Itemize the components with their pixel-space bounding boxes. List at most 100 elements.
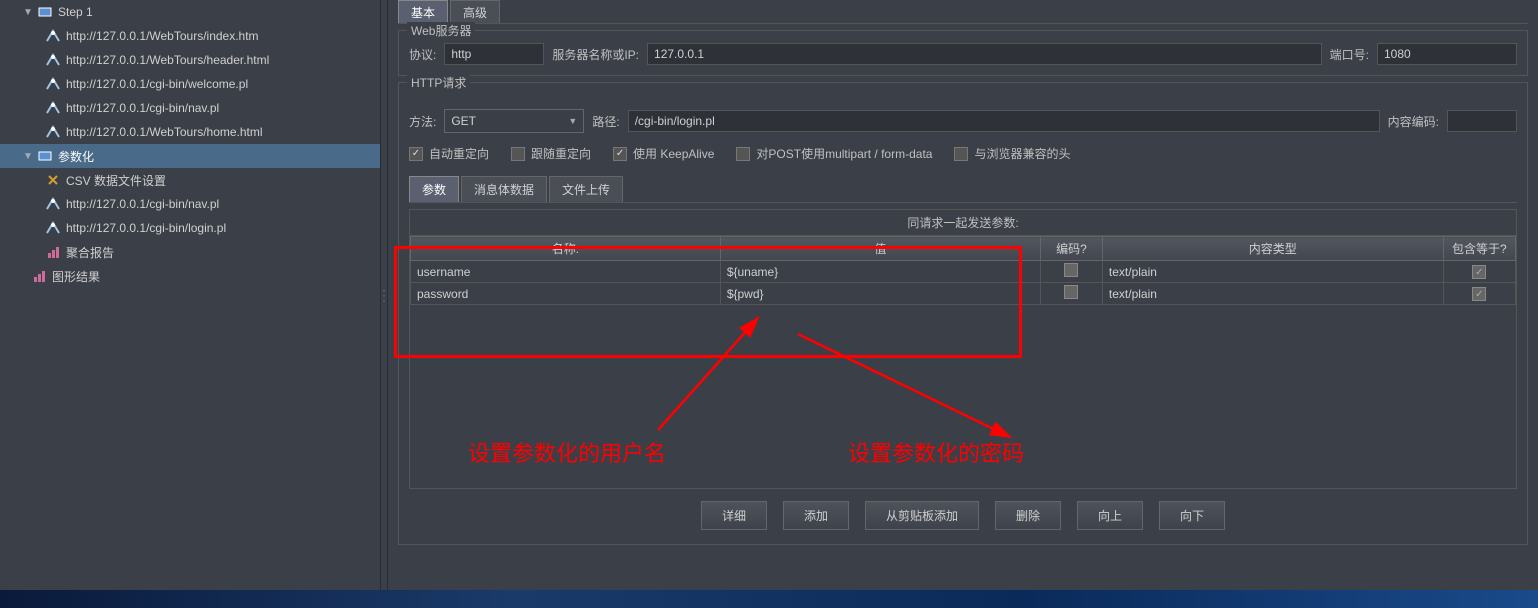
controller-icon: [36, 4, 54, 20]
tree-node-step1[interactable]: ▼ Step 1: [0, 0, 380, 24]
cell-name[interactable]: username: [411, 261, 721, 283]
table-row[interactable]: password ${pwd} text/plain: [411, 283, 1516, 305]
checkbox-label: 使用 KeepAlive: [633, 145, 714, 162]
tree-label: 聚合报告: [66, 244, 114, 261]
col-header-value[interactable]: 值: [720, 237, 1040, 261]
http-sampler-icon: [44, 28, 62, 44]
tree-label: http://127.0.0.1/WebTours/index.htm: [66, 29, 259, 43]
method-label: 方法:: [409, 113, 436, 130]
http-sampler-icon: [44, 196, 62, 212]
add-clipboard-button[interactable]: 从剪贴板添加: [865, 501, 979, 530]
checkbox-icon: [1064, 263, 1078, 277]
cell-type[interactable]: text/plain: [1102, 261, 1443, 283]
add-button[interactable]: 添加: [783, 501, 849, 530]
tree-node-csv[interactable]: CSV 数据文件设置: [0, 168, 380, 192]
tree-label: 图形结果: [52, 268, 100, 285]
checkbox-follow-redirect[interactable]: 跟随重定向: [511, 145, 591, 162]
chart-icon: [30, 268, 48, 284]
subtab-file[interactable]: 文件上传: [549, 176, 623, 202]
tree-node-parameterize[interactable]: ▼ 参数化: [0, 144, 380, 168]
cell-include[interactable]: [1443, 283, 1515, 305]
protocol-label: 协议:: [409, 46, 436, 63]
cell-value[interactable]: ${uname}: [720, 261, 1040, 283]
test-plan-tree: ▼ Step 1 http://127.0.0.1/WebTours/index…: [0, 0, 380, 590]
port-input[interactable]: [1377, 43, 1517, 65]
tree-node-http[interactable]: http://127.0.0.1/cgi-bin/welcome.pl: [0, 72, 380, 96]
path-label: 路径:: [592, 113, 619, 130]
tab-advanced[interactable]: 高级: [450, 0, 500, 23]
cell-encode[interactable]: [1040, 283, 1102, 305]
checkbox-multipart[interactable]: 对POST使用multipart / form-data: [736, 145, 932, 162]
server-input[interactable]: [647, 43, 1322, 65]
tree-label: http://127.0.0.1/cgi-bin/nav.pl: [66, 101, 219, 115]
cell-name[interactable]: password: [411, 283, 721, 305]
tree-label: http://127.0.0.1/cgi-bin/login.pl: [66, 221, 226, 235]
cell-value[interactable]: ${pwd}: [720, 283, 1040, 305]
checkbox-icon: [736, 147, 750, 161]
controller-icon: [36, 148, 54, 164]
col-header-encode[interactable]: 编码?: [1040, 237, 1102, 261]
http-sampler-icon: [44, 76, 62, 92]
http-sampler-icon: [44, 220, 62, 236]
taskbar-sliver: [0, 590, 1538, 608]
checkbox-icon: [409, 147, 423, 161]
encoding-label: 内容编码:: [1388, 113, 1439, 130]
tree-label: CSV 数据文件设置: [66, 172, 166, 189]
checkbox-icon: [1472, 265, 1486, 279]
tree-node-aggregate[interactable]: 聚合报告: [0, 240, 380, 264]
subtab-body[interactable]: 消息体数据: [461, 176, 547, 202]
expand-toggle-icon[interactable]: ▼: [22, 151, 34, 162]
main-panel: 基本 高级 Web服务器 协议: 服务器名称或IP: 端口号: HTTP请求 方…: [388, 0, 1538, 590]
checkbox-icon: [1472, 287, 1486, 301]
path-input[interactable]: [628, 110, 1380, 132]
server-label: 服务器名称或IP:: [552, 46, 639, 63]
col-header-include[interactable]: 包含等于?: [1443, 237, 1515, 261]
cell-encode[interactable]: [1040, 261, 1102, 283]
col-header-type[interactable]: 内容类型: [1102, 237, 1443, 261]
up-button[interactable]: 向上: [1077, 501, 1143, 530]
tree-label: Step 1: [58, 5, 93, 19]
tab-basic[interactable]: 基本: [398, 0, 448, 23]
checkbox-browser-headers[interactable]: 与浏览器兼容的头: [954, 145, 1070, 162]
checkbox-keepalive[interactable]: 使用 KeepAlive: [613, 145, 714, 162]
tree-label: 参数化: [58, 148, 94, 165]
csv-config-icon: [44, 172, 62, 188]
splitter-handle[interactable]: [380, 0, 388, 590]
http-sampler-icon: [44, 52, 62, 68]
tree-node-http[interactable]: http://127.0.0.1/WebTours/index.htm: [0, 24, 380, 48]
checkbox-label: 自动重定向: [429, 145, 489, 162]
detail-button[interactable]: 详细: [701, 501, 767, 530]
tree-node-http[interactable]: http://127.0.0.1/WebTours/header.html: [0, 48, 380, 72]
tree-node-graph[interactable]: 图形结果: [0, 264, 380, 288]
cell-type[interactable]: text/plain: [1102, 283, 1443, 305]
http-request-group: HTTP请求 方法: GET 路径: 内容编码: 自动重定向 跟随重定向: [398, 82, 1528, 545]
tree-node-http[interactable]: http://127.0.0.1/cgi-bin/nav.pl: [0, 192, 380, 216]
checkbox-icon: [511, 147, 525, 161]
tree-label: http://127.0.0.1/WebTours/header.html: [66, 53, 269, 67]
tree-node-http[interactable]: http://127.0.0.1/cgi-bin/nav.pl: [0, 96, 380, 120]
tree-node-http[interactable]: http://127.0.0.1/cgi-bin/login.pl: [0, 216, 380, 240]
tree-label: http://127.0.0.1/cgi-bin/welcome.pl: [66, 77, 248, 91]
encoding-input[interactable]: [1447, 110, 1517, 132]
checkbox-icon: [613, 147, 627, 161]
checkbox-label: 跟随重定向: [531, 145, 591, 162]
checkbox-auto-redirect[interactable]: 自动重定向: [409, 145, 489, 162]
table-row[interactable]: username ${uname} text/plain: [411, 261, 1516, 283]
tree-label: http://127.0.0.1/WebTours/home.html: [66, 125, 263, 139]
col-header-name[interactable]: 名称:: [411, 237, 721, 261]
subtab-params[interactable]: 参数: [409, 176, 459, 202]
http-sampler-icon: [44, 100, 62, 116]
params-container: 同请求一起发送参数: 名称: 值 编码? 内容类型 包含等于? use: [409, 209, 1517, 489]
checkbox-label: 与浏览器兼容的头: [974, 145, 1070, 162]
cell-include[interactable]: [1443, 261, 1515, 283]
delete-button[interactable]: 删除: [995, 501, 1061, 530]
tree-node-http[interactable]: http://127.0.0.1/WebTours/home.html: [0, 120, 380, 144]
protocol-input[interactable]: [444, 43, 544, 65]
down-button[interactable]: 向下: [1159, 501, 1225, 530]
group-title: Web服务器: [407, 22, 475, 39]
params-title: 同请求一起发送参数:: [410, 210, 1516, 236]
checkbox-icon: [954, 147, 968, 161]
checkbox-icon: [1064, 285, 1078, 299]
expand-toggle-icon[interactable]: ▼: [22, 7, 34, 18]
method-select[interactable]: GET: [444, 109, 584, 133]
